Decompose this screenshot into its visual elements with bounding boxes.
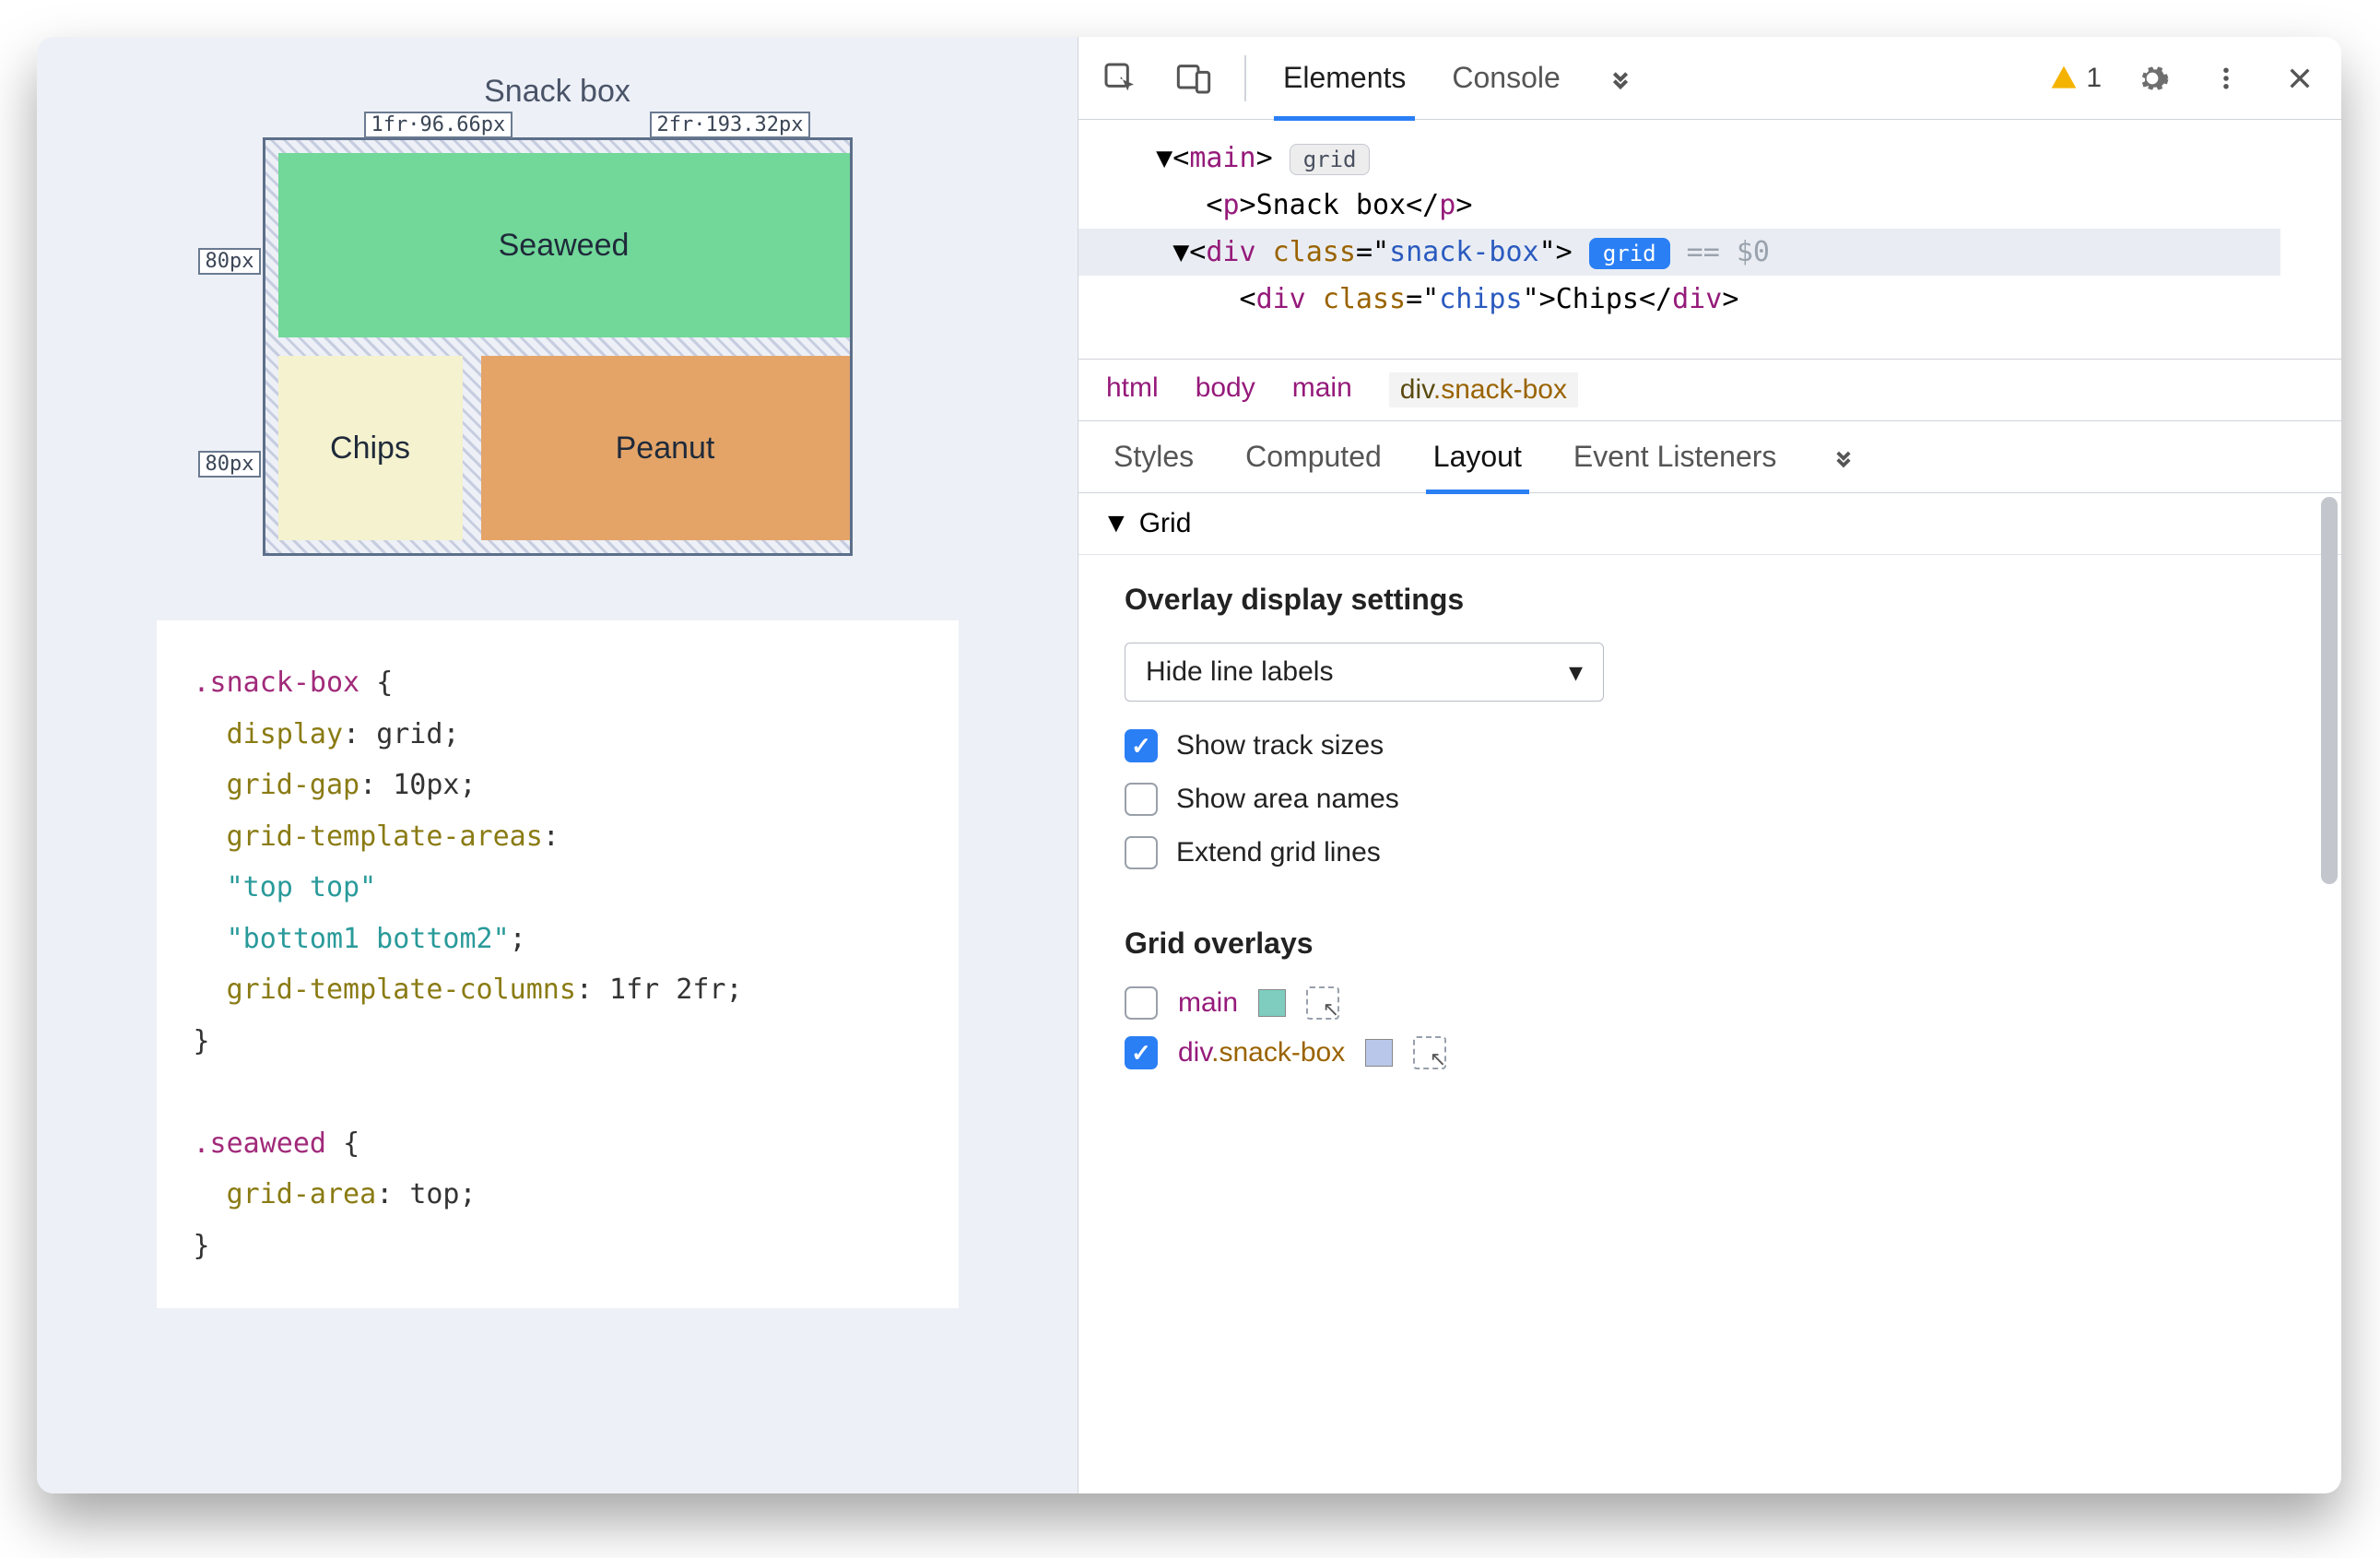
dom-node-p[interactable]: <p>Snack box</p> <box>1106 182 2332 229</box>
gear-icon[interactable] <box>2129 55 2175 101</box>
tab-elements[interactable]: Elements <box>1274 37 1415 120</box>
page-preview-pane: Snack box 1fr·96.66px 2fr·193.32px 80px … <box>37 37 1078 1493</box>
crumb-div-tag: div <box>1400 374 1433 405</box>
dom-node-child[interactable]: <div class="chips">Chips</div> <box>1106 276 2332 323</box>
cell-peanut: Peanut <box>481 356 850 540</box>
devtools-toolbar: Elements Console 1 <box>1078 37 2341 120</box>
option-label: Show area names <box>1176 784 1399 815</box>
styles-tabbar: Styles Computed Layout Event Listeners <box>1078 421 2341 493</box>
color-swatch-main[interactable] <box>1258 989 1286 1017</box>
more-subtabs-icon[interactable] <box>1820 434 1867 480</box>
devtools-window: Snack box 1fr·96.66px 2fr·193.32px 80px … <box>37 37 2341 1493</box>
subtab-styles[interactable]: Styles <box>1106 421 1201 493</box>
close-icon[interactable] <box>2277 55 2323 101</box>
grid-overlays-heading: Grid overlays <box>1125 927 2295 961</box>
option-show-track-sizes[interactable]: ✓ Show track sizes <box>1125 729 2295 762</box>
devtools-pane: Elements Console 1 ▼<main> grid <box>1078 37 2341 1493</box>
tab-console[interactable]: Console <box>1443 37 1569 120</box>
overlay-settings-section: Overlay display settings Hide line label… <box>1078 555 2341 917</box>
option-extend-grid-lines[interactable]: Extend grid lines <box>1125 836 2295 869</box>
preview-title: Snack box <box>484 74 630 110</box>
overlay-label[interactable]: div.snack-box <box>1178 1037 1345 1068</box>
crumb-body[interactable]: body <box>1196 372 1255 407</box>
css-str: "top top" <box>227 871 377 903</box>
track-label-col2: 2fr·193.32px <box>650 112 811 138</box>
subtab-event-listeners[interactable]: Event Listeners <box>1566 421 1785 493</box>
dom-text: Snack box <box>1256 189 1407 221</box>
device-toggle-icon[interactable] <box>1171 55 1217 101</box>
subtab-computed[interactable]: Computed <box>1238 421 1389 493</box>
option-label: Extend grid lines <box>1176 837 1381 868</box>
checkbox-icon[interactable] <box>1125 986 1158 1020</box>
dom-tree[interactable]: ▼<main> grid <p>Snack box</p> ▼<div clas… <box>1078 120 2341 360</box>
disclosure-triangle-icon: ▼ <box>1102 508 1130 539</box>
select-value: Hide line labels <box>1146 656 1333 688</box>
css-val: 10px <box>393 769 459 801</box>
css-prop: display <box>227 718 343 750</box>
color-swatch-div[interactable] <box>1365 1039 1393 1067</box>
overlay-row-main: main <box>1125 986 2295 1020</box>
crumb-main[interactable]: main <box>1292 372 1352 407</box>
dom-tag: main <box>1189 142 1255 174</box>
track-label-col1: 1fr·96.66px <box>364 112 513 138</box>
css-val: 1fr 2fr <box>609 974 725 1006</box>
css-selector: .snack-box <box>194 667 360 699</box>
layout-pane: ▼ Grid Overlay display settings Hide lin… <box>1078 493 2341 1493</box>
toolbar-separator <box>1244 55 1246 101</box>
overlay-row-snack-box: ✓ div.snack-box <box>1125 1036 2295 1069</box>
crumb-div[interactable]: div.snack-box <box>1389 372 1578 407</box>
more-tabs-icon[interactable] <box>1597 55 1644 101</box>
grid-badge[interactable]: grid <box>1290 144 1371 175</box>
chevron-down-icon: ▾ <box>1569 656 1583 689</box>
css-code-block[interactable]: .snack-box { display: grid; grid-gap: 10… <box>157 620 959 1308</box>
warning-counter[interactable]: 1 <box>2049 63 2102 94</box>
dom-text: Chips <box>1556 283 1639 315</box>
cell-seaweed: Seaweed <box>278 153 850 337</box>
kebab-icon[interactable] <box>2203 55 2249 101</box>
css-prop: grid-template-columns <box>227 974 576 1006</box>
scrollbar[interactable] <box>2321 497 2338 884</box>
css-str: "bottom1 bottom2" <box>227 923 510 955</box>
grid-overlay-wrapper: 1fr·96.66px 2fr·193.32px 80px 80px Seawe… <box>263 137 853 556</box>
checkbox-checked-icon[interactable]: ✓ <box>1125 729 1158 762</box>
checkbox-checked-icon[interactable]: ✓ <box>1125 1036 1158 1069</box>
crumb-div-class: .snack-box <box>1433 374 1567 405</box>
option-label: Show track sizes <box>1176 730 1384 761</box>
overlay-settings-heading: Overlay display settings <box>1125 583 2295 617</box>
dollar-zero: == $0 <box>1687 236 1770 268</box>
snack-box-grid: Seaweed Chips Peanut <box>263 137 853 556</box>
inspect-icon[interactable] <box>1097 55 1143 101</box>
dom-node-main[interactable]: ▼<main> grid <box>1106 135 2332 182</box>
option-show-area-names[interactable]: Show area names <box>1125 783 2295 816</box>
dom-breadcrumb: html body main div.snack-box <box>1078 360 2341 421</box>
crumb-html[interactable]: html <box>1106 372 1159 407</box>
subtab-layout[interactable]: Layout <box>1426 421 1529 493</box>
track-label-row2: 80px <box>198 451 262 478</box>
checkbox-icon[interactable] <box>1125 836 1158 869</box>
dom-node-selected[interactable]: ▼<div class="snack-box"> grid == $0 <box>1078 229 2280 276</box>
dom-attr-val: snack-box <box>1389 236 1539 268</box>
css-prop: grid-template-areas <box>227 820 543 853</box>
line-labels-select[interactable]: Hide line labels ▾ <box>1125 643 1604 702</box>
css-prop: grid-area <box>227 1178 377 1210</box>
warning-count: 1 <box>2086 63 2102 94</box>
grid-overlays-section: Grid overlays main ✓ div.snack-box <box>1078 917 2341 1114</box>
dom-attr-val: chips <box>1439 283 1522 315</box>
css-val: top <box>409 1178 459 1210</box>
grid-badge-active[interactable]: grid <box>1589 238 1670 269</box>
dom-attr: class <box>1273 236 1356 268</box>
overlay-label[interactable]: main <box>1178 987 1238 1019</box>
css-val: grid <box>376 718 442 750</box>
track-label-row1: 80px <box>198 248 262 275</box>
checkbox-icon[interactable] <box>1125 783 1158 816</box>
css-selector: .seaweed <box>194 1127 327 1160</box>
highlight-element-icon[interactable] <box>1306 986 1339 1020</box>
highlight-element-icon[interactable] <box>1413 1036 1446 1069</box>
cell-chips: Chips <box>278 356 463 540</box>
grid-section-header[interactable]: ▼ Grid <box>1078 493 2341 555</box>
grid-section-title: Grid <box>1139 508 1192 539</box>
css-prop: grid-gap <box>227 769 360 801</box>
